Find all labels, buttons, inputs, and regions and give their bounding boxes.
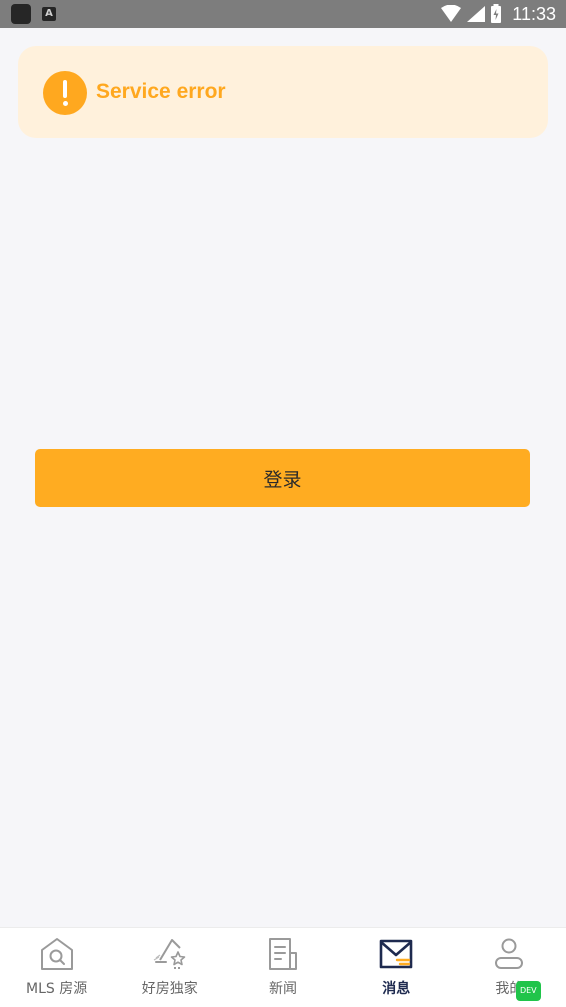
- bottom-tab-bar: MLS 房源 好房独家 新闻 消息 我的 DEV: [0, 927, 566, 1007]
- tab-messages[interactable]: 消息: [340, 928, 453, 1007]
- cell-signal-icon: [467, 6, 486, 22]
- tab-label: 新闻: [269, 981, 297, 997]
- status-indicators: 11:33: [440, 0, 556, 28]
- tab-label: 好房独家: [141, 981, 198, 997]
- error-message: Service error: [96, 80, 226, 103]
- newspaper-icon: [269, 938, 297, 970]
- error-toast: Service error: [18, 46, 548, 138]
- exclamation-circle-icon: [43, 71, 87, 115]
- app-icon: [11, 4, 31, 24]
- tab-label: MLS 房源: [25, 981, 88, 997]
- login-button[interactable]: 登录: [35, 449, 530, 507]
- house-star-icon: [153, 939, 186, 969]
- tab-news[interactable]: 新闻: [226, 928, 339, 1007]
- envelope-icon: [379, 939, 413, 969]
- house-search-icon: [40, 938, 73, 970]
- tab-me[interactable]: 我的 DEV: [453, 928, 566, 1007]
- clock: 11:33: [512, 3, 556, 24]
- tab-exclusive-homes[interactable]: 好房独家: [113, 928, 226, 1007]
- wifi-icon: [441, 5, 462, 22]
- battery-icon: [491, 4, 502, 23]
- tab-mls-listings[interactable]: MLS 房源: [0, 928, 113, 1007]
- status-bar: A 11:33: [0, 0, 566, 28]
- tab-label: 消息: [382, 981, 411, 997]
- a-notification-icon: A: [42, 7, 56, 21]
- dev-badge: DEV: [515, 981, 541, 1001]
- person-icon: [495, 938, 524, 969]
